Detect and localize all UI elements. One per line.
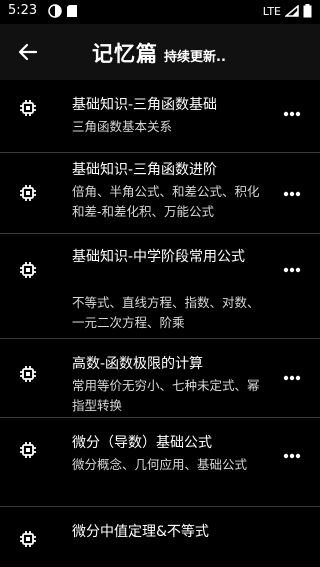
back-button[interactable] — [14, 38, 42, 66]
more-horizontal-icon — [283, 453, 301, 459]
page-title: 记忆篇 — [92, 42, 158, 66]
more-button[interactable] — [278, 260, 306, 280]
item-subtitle: 三角函数基本关系 — [72, 119, 173, 134]
list-item[interactable]: 高数-函数极限的计算 常用等价无穷小、七种未定式、幂指型转换 — [0, 339, 320, 418]
formula-list: 基础知识-三角函数基础 三角函数基本关系 基础知识-三角函数进阶 倍角、半角公式… — [0, 80, 320, 567]
chip-icon — [20, 531, 36, 547]
more-horizontal-icon — [283, 191, 301, 197]
status-time: 5:23 — [8, 3, 38, 18]
chip-icon — [20, 262, 36, 278]
chip-icon — [20, 442, 36, 458]
app-bar: 记忆篇 持续更新.. — [0, 24, 320, 80]
list-item[interactable]: 微分（导数）基础公式 微分概念、几何应用、基础公式 — [0, 418, 320, 507]
more-button[interactable] — [278, 184, 306, 204]
more-button[interactable] — [278, 446, 306, 466]
chip-icon — [20, 185, 36, 201]
signal-icon — [285, 5, 299, 17]
network-type: LTE — [262, 4, 281, 18]
more-button[interactable] — [278, 368, 306, 388]
more-horizontal-icon — [283, 375, 301, 381]
item-title: 基础知识-中学阶段常用公式 — [72, 249, 246, 265]
list-item[interactable]: 基础知识-三角函数进阶 倍角、半角公式、和差公式、积化和差-和差化积、万能公式 — [0, 153, 320, 234]
item-subtitle: 倍角、半角公式、和差公式、积化和差-和差化积、万能公式 — [72, 184, 260, 219]
item-title: 高数-函数极限的计算 — [72, 356, 204, 372]
item-subtitle: 常用等价无穷小、七种未定式、幂指型转换 — [72, 378, 260, 413]
arrow-back-icon — [18, 43, 38, 61]
more-horizontal-icon — [283, 267, 301, 273]
chip-icon — [20, 366, 36, 382]
item-subtitle: 微分概念、几何应用、基础公式 — [72, 457, 248, 472]
sd-card-icon — [67, 5, 77, 17]
list-item[interactable]: 基础知识-三角函数基础 三角函数基本关系 — [0, 80, 320, 153]
page-subtitle: 持续更新.. — [164, 50, 226, 65]
item-title: 微分（导数）基础公式 — [72, 435, 212, 451]
app-notification-icon — [48, 4, 62, 18]
chip-icon — [20, 100, 36, 116]
item-title: 基础知识-三角函数基础 — [72, 97, 218, 113]
status-bar: 5:23 LTE — [0, 0, 320, 24]
list-item[interactable]: 基础知识-中学阶段常用公式 不等式、直线方程、指数、对数、一元二次方程、阶乘 — [0, 234, 320, 339]
item-subtitle: 不等式、直线方程、指数、对数、一元二次方程、阶乘 — [72, 295, 260, 330]
item-title: 基础知识-三角函数进阶 — [72, 162, 218, 178]
item-title: 微分中值定理&不等式 — [72, 524, 209, 540]
more-horizontal-icon — [283, 111, 301, 117]
battery-icon — [303, 4, 312, 18]
more-button[interactable] — [278, 104, 306, 124]
list-item[interactable]: 微分中值定理&不等式 — [0, 507, 320, 567]
